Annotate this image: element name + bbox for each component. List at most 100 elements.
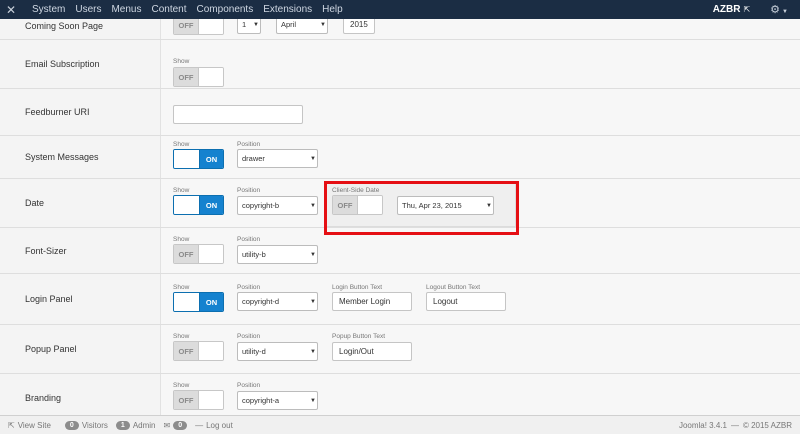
row-label: Coming Soon Page <box>0 19 161 39</box>
gear-icon: ⚙ <box>770 4 781 16</box>
row-body: Show OFF Position utility-d ▼ Popup Butto… <box>161 325 800 373</box>
row-email-subscription: Email Subscription Show OFF <box>0 40 800 89</box>
position-label: Position <box>237 333 261 340</box>
site-link[interactable]: AZBR ⇱ <box>713 4 750 15</box>
login-button-text-input[interactable]: Member Login <box>332 292 412 311</box>
logout-button-text-label: Logout Button Text <box>426 284 481 291</box>
row-body: Show OFF <box>161 40 800 88</box>
settings-menu[interactable]: ⚙ ▼ <box>770 3 788 16</box>
site-name: AZBR <box>712 4 741 15</box>
coming-soon-day-select[interactable]: 1 ▼ <box>237 19 261 34</box>
popup-button-text-input[interactable]: Login/Out <box>332 342 412 361</box>
toggle-off-label: OFF <box>174 68 198 86</box>
menu-help[interactable]: Help <box>317 4 348 15</box>
select-arrow-icon: ▼ <box>253 21 259 28</box>
envelope-icon: ✉ <box>163 420 171 430</box>
row-branding: Branding Show OFF Position copyright-a ▼ <box>0 374 800 415</box>
select-value: drawer <box>242 154 265 163</box>
system-messages-position-select[interactable]: drawer ▼ <box>237 149 318 168</box>
row-label: Popup Panel <box>0 325 161 373</box>
status-footer: ⇱ View Site 0 Visitors 1 Admin ✉ 0 — Log… <box>0 415 800 434</box>
menu-extensions[interactable]: Extensions <box>258 4 317 15</box>
show-label: Show <box>173 187 190 194</box>
row-label: Branding <box>0 374 161 415</box>
coming-soon-year-input[interactable]: 2015 <box>343 19 375 34</box>
logout-label: Log out <box>206 420 233 430</box>
toggle-knob <box>198 342 223 360</box>
messages-count-badge: 0 <box>173 420 188 430</box>
branding-toggle[interactable]: OFF <box>173 390 224 410</box>
view-site-link[interactable]: ⇱ View Site <box>8 421 51 430</box>
row-label: Date <box>0 179 161 227</box>
row-login-panel: Login Panel Show ON Position copyright-d… <box>0 274 800 325</box>
feedburner-uri-input[interactable] <box>173 105 303 124</box>
row-system-messages: System Messages Show ON Position drawer ▼ <box>0 136 800 179</box>
branding-position-select[interactable]: copyright-a ▼ <box>237 391 318 410</box>
show-label: Show <box>173 382 190 389</box>
date-position-select[interactable]: copyright-b ▼ <box>237 196 318 215</box>
show-label: Show <box>173 58 190 65</box>
toggle-off-label: OFF <box>174 391 198 409</box>
login-button-text-value: Member Login <box>339 297 391 306</box>
select-value: copyright-a <box>242 396 280 405</box>
admin-count-badge: 1 <box>115 420 130 430</box>
logout-link[interactable]: — Log out <box>195 421 233 430</box>
login-panel-position-select[interactable]: copyright-d ▼ <box>237 292 318 311</box>
menu-components[interactable]: Components <box>192 4 259 15</box>
select-arrow-icon: ▼ <box>310 397 316 404</box>
font-sizer-toggle[interactable]: OFF <box>173 244 224 264</box>
row-label: System Messages <box>0 136 161 178</box>
select-arrow-icon: ▼ <box>310 348 316 355</box>
logout-button-text-value: Logout <box>433 297 458 306</box>
font-sizer-position-select[interactable]: utility-b ▼ <box>237 245 318 264</box>
show-label: Show <box>173 333 190 340</box>
menu-system[interactable]: System <box>22 4 70 15</box>
feedburner-uri-field[interactable] <box>180 110 302 119</box>
popup-panel-toggle[interactable]: OFF <box>173 341 224 361</box>
popup-panel-position-select[interactable]: utility-d ▼ <box>237 342 318 361</box>
row-body: OFF 1 ▼ April ▼ 2015 <box>161 19 800 39</box>
row-feedburner: Feedburner URI <box>0 89 800 136</box>
select-arrow-icon: ▼ <box>310 202 316 209</box>
select-arrow-icon: ▼ <box>310 251 316 258</box>
joomla-logo-icon[interactable]: ✕ <box>0 0 22 19</box>
admin-label: Admin <box>132 420 156 430</box>
template-settings-content: Coming Soon Page OFF 1 ▼ April ▼ 2015 Emai… <box>0 19 800 415</box>
login-panel-toggle[interactable]: ON <box>173 292 224 312</box>
login-button-text-label: Login Button Text <box>332 284 383 291</box>
row-body: Show ON Position drawer ▼ <box>161 136 800 178</box>
toggle-knob <box>198 245 223 263</box>
visitors-status: 0 Visitors <box>64 420 108 430</box>
menu-menus[interactable]: Menus <box>106 4 146 15</box>
select-arrow-icon: ▼ <box>310 155 316 162</box>
coming-soon-month-select[interactable]: April ▼ <box>276 19 328 34</box>
year-value: 2015 <box>350 20 368 29</box>
logout-button-text-input[interactable]: Logout <box>426 292 506 311</box>
admin-status: 1 Admin <box>115 420 156 430</box>
coming-soon-toggle[interactable]: OFF <box>173 19 224 35</box>
toggle-knob <box>174 196 200 214</box>
visitors-count-badge: 0 <box>64 420 79 430</box>
toggle-off-label: OFF <box>174 245 198 263</box>
menu-users[interactable]: Users <box>70 4 106 15</box>
toggle-on-label: ON <box>200 150 223 168</box>
system-messages-toggle[interactable]: ON <box>173 149 224 169</box>
external-link-icon: ⇱ <box>8 420 15 430</box>
toggle-knob <box>198 19 223 34</box>
popup-button-text-value: Login/Out <box>339 347 374 356</box>
select-value: copyright-d <box>242 297 280 306</box>
toggle-on-label: ON <box>200 293 223 311</box>
email-subscription-toggle[interactable]: OFF <box>173 67 224 87</box>
menu-content[interactable]: Content <box>146 4 191 15</box>
show-label: Show <box>173 141 190 148</box>
toggle-knob <box>174 150 200 168</box>
position-label: Position <box>237 187 261 194</box>
top-right-area: AZBR ⇱ ⚙ ▼ <box>713 0 800 19</box>
date-show-toggle[interactable]: ON <box>173 195 224 215</box>
admin-top-bar: ✕ System Users Menus Content Components … <box>0 0 800 19</box>
row-body <box>161 89 800 135</box>
toggle-off-label: OFF <box>174 19 198 34</box>
row-body: Show OFF Position copyright-a ▼ <box>161 374 800 415</box>
messages-status[interactable]: ✉ 0 <box>163 420 188 430</box>
show-label: Show <box>173 236 190 243</box>
